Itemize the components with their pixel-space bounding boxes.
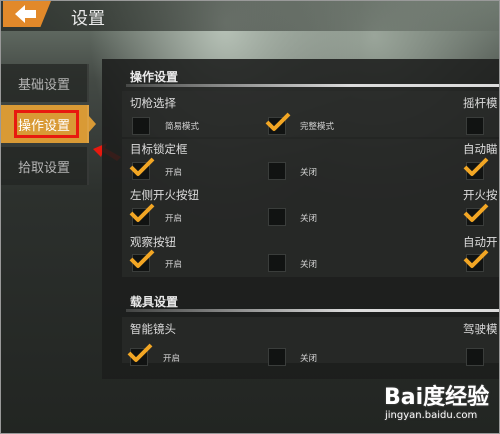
- checkbox-off[interactable]: [268, 162, 286, 180]
- check-icon: [463, 249, 489, 268]
- option-label: 开启: [165, 168, 183, 178]
- sidebar-item-basic[interactable]: 基础设置: [1, 64, 89, 102]
- checkbox-right[interactable]: [466, 348, 484, 366]
- section-header-vehicle: 载具设置: [130, 295, 179, 309]
- section-header-operation: 操作设置: [130, 70, 179, 84]
- option-label: 关闭: [300, 168, 318, 178]
- check-icon: [265, 112, 291, 131]
- row-label-right: 摇杆模: [463, 96, 498, 110]
- checkbox-right[interactable]: [466, 117, 484, 135]
- option-label: 完整模式: [300, 122, 335, 132]
- check-icon: [463, 203, 489, 222]
- page-title: 设置: [71, 9, 105, 29]
- option-label: 关闭: [300, 354, 318, 364]
- row-label: 切枪选择: [130, 96, 176, 110]
- row-label-right: 开火按: [463, 188, 498, 202]
- checkbox-off[interactable]: [268, 208, 286, 226]
- option-label: 关闭: [300, 214, 318, 224]
- check-icon: [129, 249, 155, 268]
- section-divider: [126, 84, 499, 87]
- option-label: 开启: [165, 260, 183, 270]
- row-label-right: 自动瞄: [463, 142, 498, 156]
- checkbox-off[interactable]: [268, 254, 286, 272]
- baidu-watermark: Bai度经验: [384, 385, 490, 410]
- watermark-url: jingyan.baidu.com: [385, 410, 478, 421]
- row-label: 左侧开火按钮: [130, 188, 199, 202]
- option-label: 开启: [163, 354, 181, 364]
- sidebar-item-pickup[interactable]: 拾取设置: [1, 147, 89, 185]
- back-button[interactable]: [3, 1, 51, 27]
- option-label: 关闭: [300, 260, 318, 270]
- top-bar: 设置: [1, 1, 499, 31]
- setting-row-observe: [122, 231, 499, 277]
- sidebar-item-label: 基础设置: [17, 77, 70, 93]
- active-tab-marker: [89, 116, 96, 132]
- checkbox-simple-mode[interactable]: [132, 117, 150, 135]
- check-icon: [127, 343, 153, 362]
- settings-panel: 操作设置 切枪选择 简易模式 完整模式 摇杆模 目标锁定框 开启 关闭 自动瞄 …: [102, 59, 499, 379]
- check-icon: [129, 157, 155, 176]
- row-label-right: 驾驶模: [463, 322, 498, 336]
- annotation-highlight-box: [14, 110, 79, 138]
- section-divider: [126, 309, 499, 312]
- checkbox-off[interactable]: [268, 348, 286, 366]
- game-settings-screen: 设置 基础设置 操作设置 拾取设置 操作设置 切枪选择 简易模式 完整模式 摇杆…: [0, 0, 500, 434]
- check-icon: [463, 157, 489, 176]
- back-arrow-icon: [15, 5, 36, 23]
- check-icon: [129, 203, 155, 222]
- option-label: 简易模式: [165, 122, 200, 132]
- sidebar-item-label: 拾取设置: [17, 160, 70, 176]
- row-label: 智能镜头: [130, 322, 176, 336]
- option-label: 开启: [165, 214, 183, 224]
- row-label: 目标锁定框: [130, 142, 188, 156]
